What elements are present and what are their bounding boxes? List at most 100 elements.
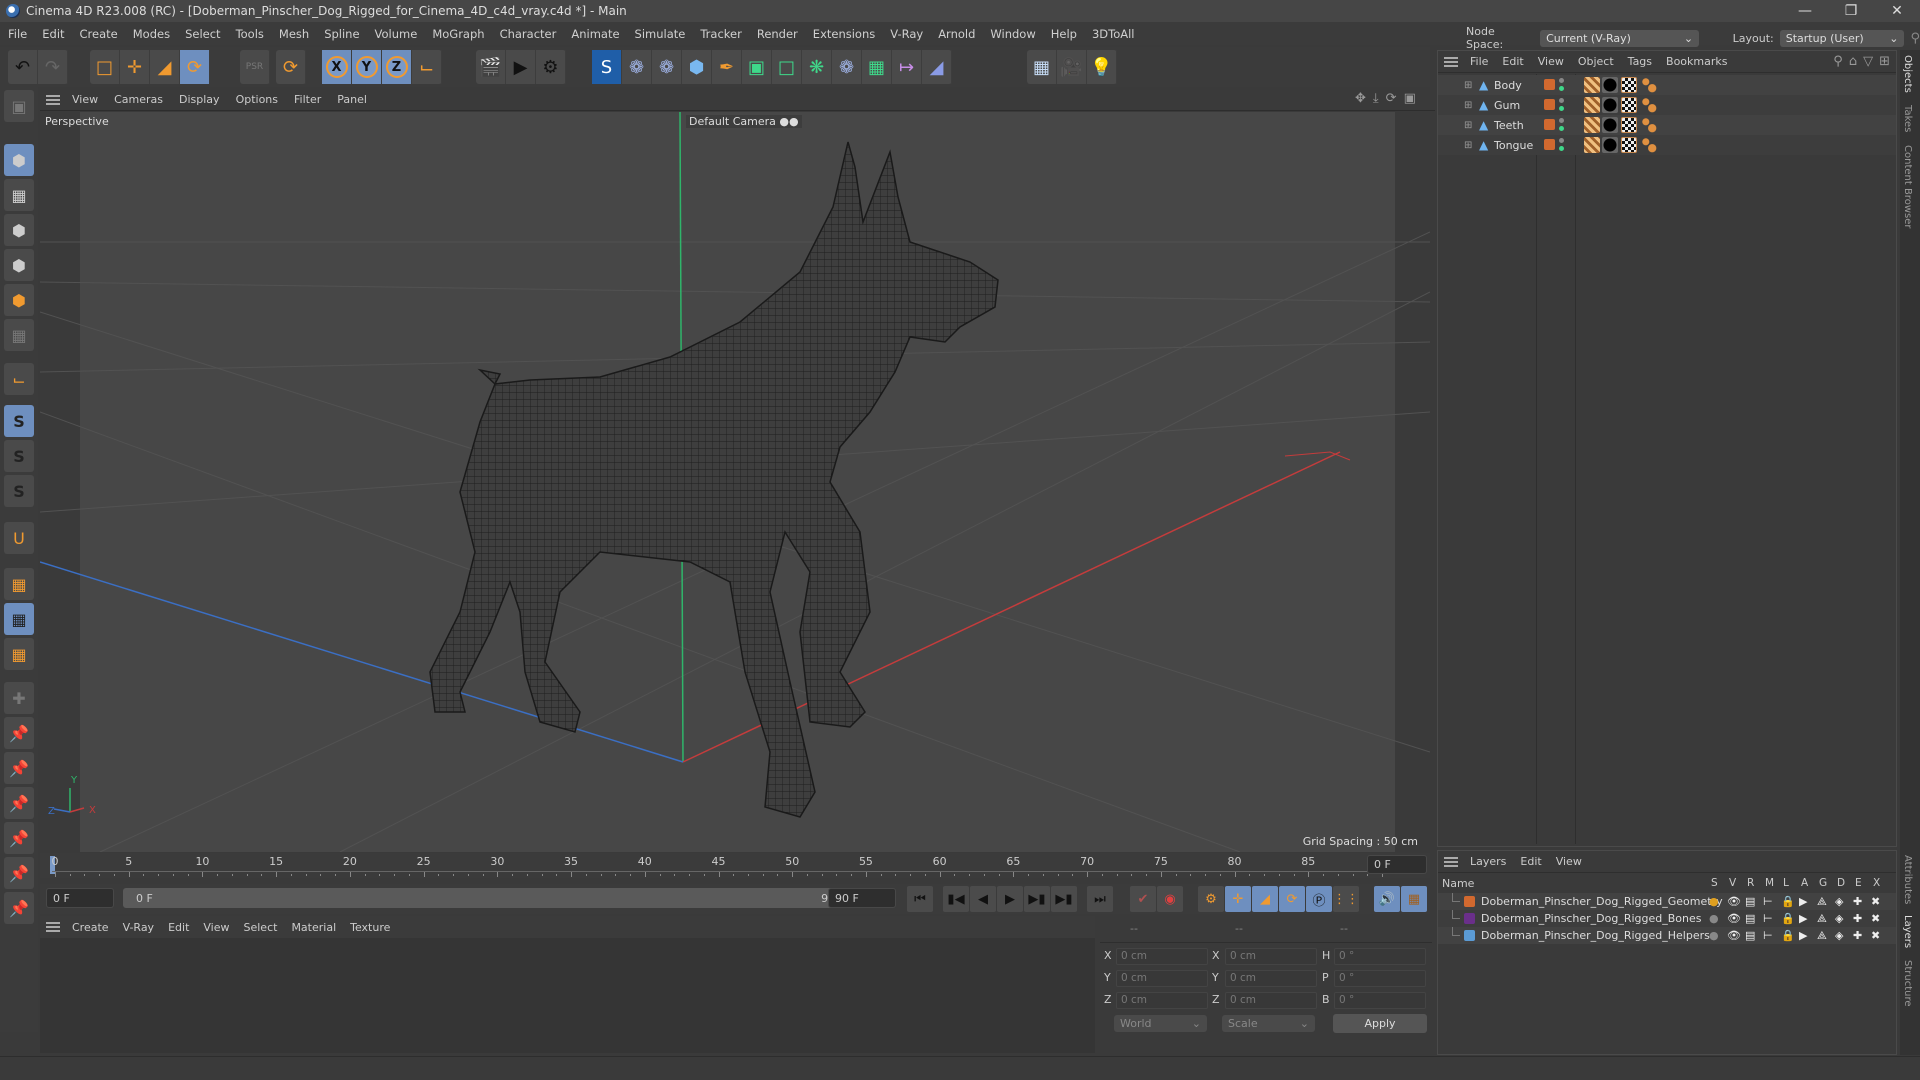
subdivision-icon[interactable]: ▣	[742, 50, 772, 84]
viewport[interactable]: Y Z X Perspective Default Camera ●● Grid…	[40, 112, 1430, 852]
hamburger-icon[interactable]	[1444, 856, 1458, 867]
maximize-view-icon[interactable]: ▣	[1404, 91, 1416, 106]
rotate-icon[interactable]: ⟳	[180, 50, 210, 84]
layer-column-l[interactable]: L	[1783, 877, 1789, 889]
current-frame-field[interactable]: 0 F	[1367, 855, 1427, 874]
y-axis-icon[interactable]: Y	[352, 50, 382, 84]
layer-column-e[interactable]: E	[1855, 877, 1862, 889]
viewport-menu-panel[interactable]: Panel	[337, 93, 367, 106]
expand-icon[interactable]: ⊞	[1464, 80, 1472, 91]
menu-character[interactable]: Character	[500, 27, 557, 41]
editor-visibility-dot[interactable]	[1559, 118, 1564, 123]
editor-visibility-dot[interactable]	[1559, 98, 1564, 103]
menu-animate[interactable]: Animate	[571, 27, 619, 41]
layer-menu-view[interactable]: View	[1556, 855, 1582, 868]
menu-mograph[interactable]: MoGraph	[432, 27, 484, 41]
layer-visible-icon[interactable]: 👁	[1727, 929, 1741, 942]
object-menu-view[interactable]: View	[1538, 55, 1564, 68]
layer-column-a[interactable]: A	[1801, 877, 1808, 889]
restore-icon[interactable]: ❐	[1828, 0, 1874, 22]
light-icon[interactable]: 💡	[1087, 50, 1117, 84]
editor-visibility-dot[interactable]	[1559, 78, 1564, 83]
material-tag-icon[interactable]	[1602, 77, 1618, 93]
layer-generators-icon[interactable]: ⟁	[1817, 929, 1827, 943]
expand-icon[interactable]: ⊞	[1464, 100, 1472, 111]
side-tab-structure[interactable]: Structure	[1902, 960, 1913, 1007]
next-frame-icon[interactable]: ▶▮	[1024, 886, 1050, 912]
node-space-dropdown[interactable]: Current (V-Ray) ⌄	[1540, 29, 1700, 47]
layer-color-swatch[interactable]	[1464, 930, 1475, 941]
key-parameter-icon[interactable]: Ⓟ	[1306, 886, 1332, 912]
menu-tools[interactable]: Tools	[236, 27, 264, 41]
layer-column-s[interactable]: S	[1711, 877, 1718, 889]
sound-icon[interactable]: 🔊	[1374, 886, 1400, 912]
texture-tag-icon[interactable]	[1621, 117, 1637, 133]
scale-icon[interactable]: ◢	[150, 50, 180, 84]
layer-expressions-icon[interactable]: ✚	[1853, 929, 1862, 942]
position-field[interactable]: 0 cm	[1116, 992, 1208, 1009]
editor-visibility-dot[interactable]	[1559, 138, 1564, 143]
uv-mode-icon[interactable]: ▦	[4, 319, 34, 351]
render-settings-icon[interactable]: ⚙	[536, 50, 566, 84]
filter-icon[interactable]: ▽	[1863, 54, 1873, 69]
object-name[interactable]: Teeth	[1494, 119, 1524, 132]
camera-icon[interactable]: 🎥	[1057, 50, 1087, 84]
layer-column-x[interactable]: X	[1873, 877, 1880, 889]
layer-color-swatch[interactable]	[1544, 119, 1555, 130]
render-visibility-dot[interactable]	[1559, 146, 1564, 151]
layer-locked-icon[interactable]: 🔒	[1781, 912, 1795, 925]
live-selection-icon[interactable]: □	[90, 50, 120, 84]
pin-shape-icon[interactable]: 📌	[4, 752, 34, 784]
render-visibility-dot[interactable]	[1559, 126, 1564, 131]
layer-color-swatch[interactable]	[1544, 79, 1555, 90]
menu-arnold[interactable]: Arnold	[938, 27, 975, 41]
side-tab-attributes[interactable]: Attributes	[1902, 855, 1913, 904]
menu-v-ray[interactable]: V-Ray	[890, 27, 923, 41]
key-scale-icon[interactable]: ◢	[1252, 886, 1278, 912]
autokey-icon[interactable]: ◉	[1157, 886, 1183, 912]
coordinate-mode-dropdown[interactable]: Scale ⌄	[1222, 1015, 1315, 1032]
pin-p-icon[interactable]: 📌	[4, 787, 34, 819]
recent-rotate-icon[interactable]: ⟳	[276, 50, 306, 84]
layer-render-icon[interactable]: ▤	[1745, 929, 1755, 942]
vray-material-tag-icon[interactable]	[1584, 117, 1600, 133]
layer-row[interactable]: Doberman_Pinscher_Dog_Rigged_Helpers ● 👁 ▤ ⊢…	[1438, 927, 1896, 944]
z-axis-icon[interactable]: Z	[382, 50, 412, 84]
weight-tag-icon[interactable]	[1641, 77, 1657, 93]
bend-icon[interactable]: ◢	[922, 50, 952, 84]
search-icon[interactable]: ⚲	[1833, 54, 1843, 69]
menu-mesh[interactable]: Mesh	[279, 27, 309, 41]
layer-menu-layers[interactable]: Layers	[1470, 855, 1506, 868]
pin-psr-icon[interactable]: 📌	[4, 822, 34, 854]
texture-mode-icon[interactable]: ▦	[4, 179, 34, 211]
texture-tag-icon[interactable]	[1621, 97, 1637, 113]
go-to-start-icon[interactable]: ⏮	[907, 886, 933, 912]
object-row[interactable]: ⊞ ▲ Tongue	[1438, 135, 1896, 155]
material-menu-texture[interactable]: Texture	[350, 921, 390, 934]
vray-material-tag-icon[interactable]	[1584, 137, 1600, 153]
home-icon[interactable]: ⌂	[1849, 54, 1857, 69]
polygon-mode-icon[interactable]: ⬢	[4, 284, 34, 316]
hamburger-icon[interactable]	[46, 94, 60, 105]
layer-row[interactable]: Doberman_Pinscher_Dog_Rigged_Bones ● 👁 ▤ ⊢ 🔒 ▶…	[1438, 910, 1896, 927]
layer-deformers-icon[interactable]: ◈	[1835, 929, 1843, 942]
layer-visible-icon[interactable]: 👁	[1727, 912, 1741, 925]
layer-render-icon[interactable]: ▤	[1745, 895, 1755, 908]
snap-icon[interactable]: S	[4, 405, 34, 437]
close-icon[interactable]: ✕	[1874, 0, 1920, 22]
hamburger-icon[interactable]	[1444, 56, 1458, 67]
hamburger-icon[interactable]	[46, 922, 60, 932]
material-tag-icon[interactable]	[1602, 137, 1618, 153]
pan-icon[interactable]: ✥	[1355, 91, 1366, 106]
position-field[interactable]: 0 cm	[1116, 948, 1208, 965]
weight-tag-icon[interactable]	[1641, 97, 1657, 113]
extrude-icon[interactable]: □	[772, 50, 802, 84]
orbit-icon[interactable]: ⟳	[1386, 91, 1397, 106]
film-strip-icon[interactable]: ▦	[1401, 886, 1427, 912]
menu-window[interactable]: Window	[990, 27, 1035, 41]
layer-color-swatch[interactable]	[1464, 896, 1475, 907]
coordinate-space-dropdown[interactable]: World ⌄	[1114, 1015, 1207, 1032]
weight-icon[interactable]: ✚	[4, 682, 34, 714]
material-tag-icon[interactable]	[1602, 97, 1618, 113]
viewport-menu-options[interactable]: Options	[236, 93, 278, 106]
